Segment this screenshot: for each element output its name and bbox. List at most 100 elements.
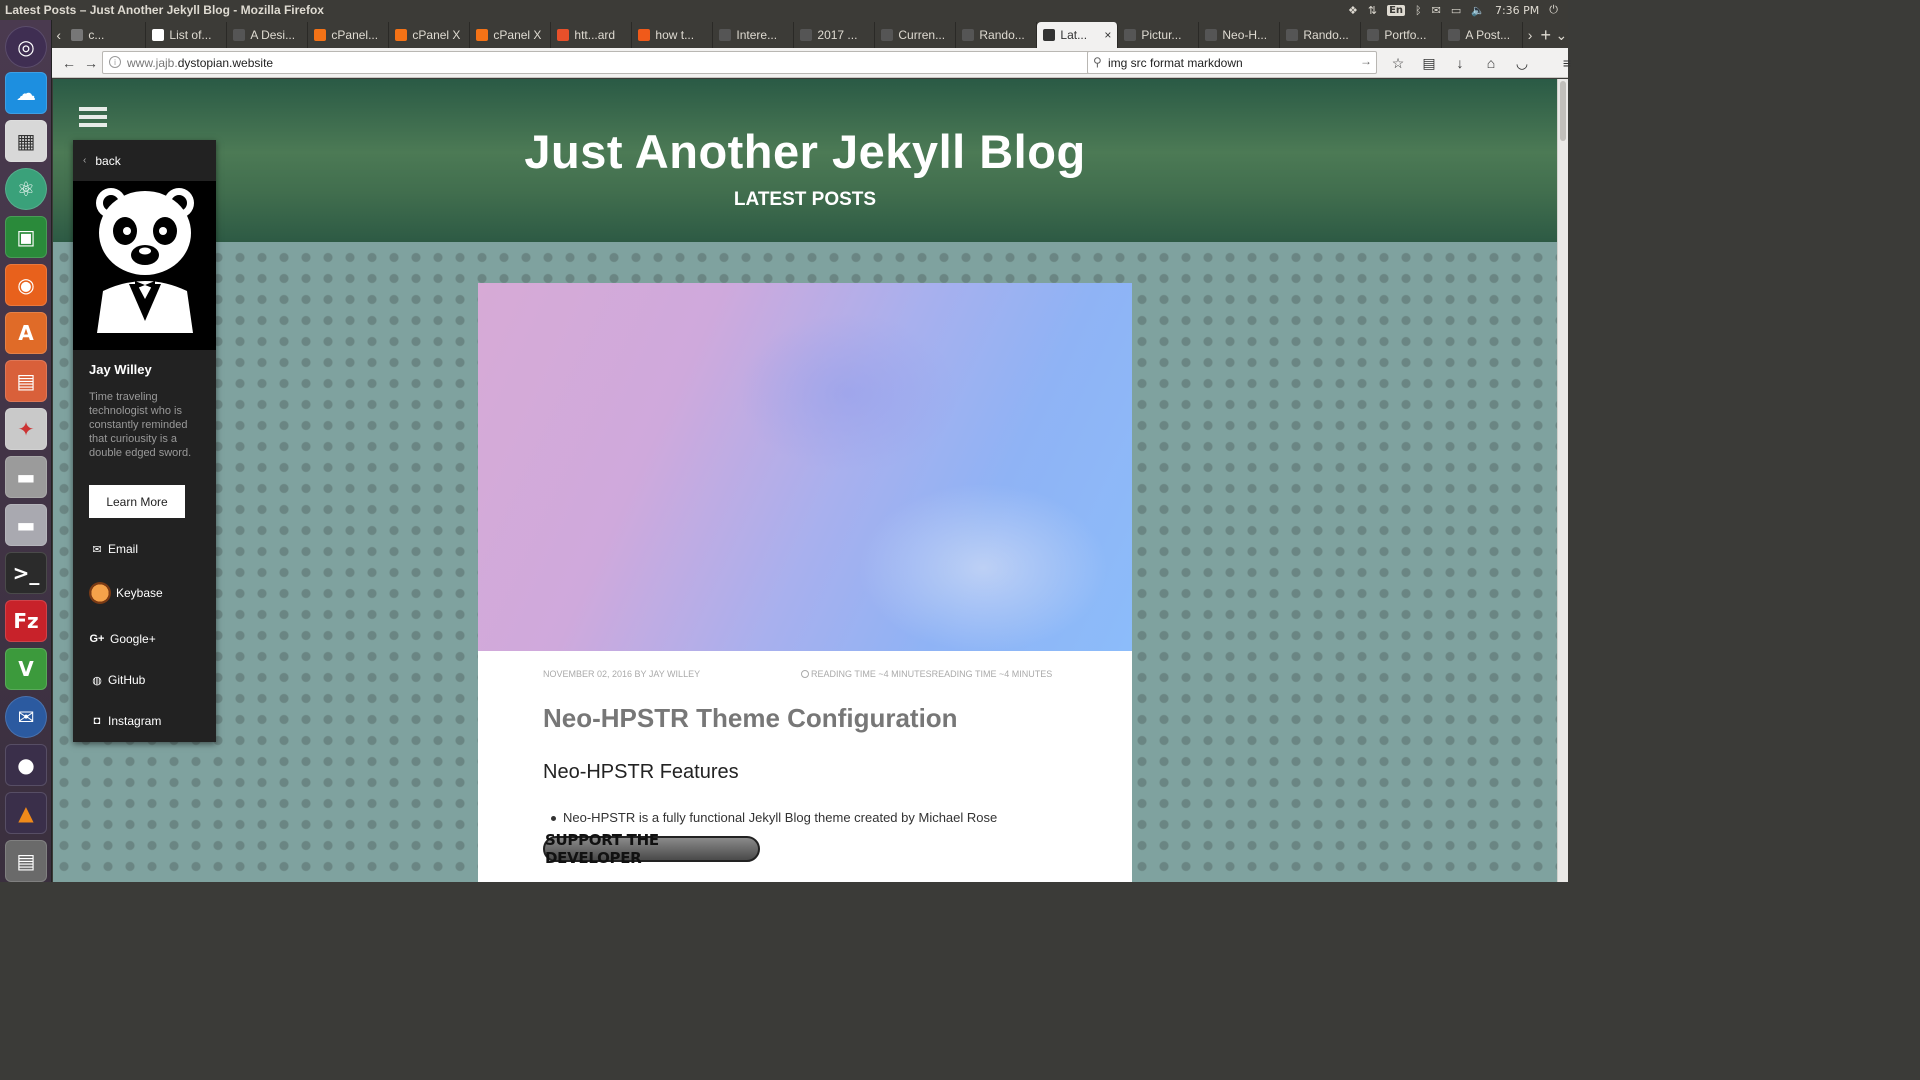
tab[interactable]: Portfo... (1361, 22, 1443, 48)
tab-label: Neo-H... (1222, 28, 1268, 42)
navigation-toolbar: ← → i www.jajb.dystopian.website ↻ ⚲ img… (52, 48, 1571, 78)
page-scrollbar[interactable] (1557, 79, 1568, 882)
close-tab-icon[interactable]: × (1104, 28, 1111, 42)
cpanel-icon (395, 29, 408, 41)
menu-toggle-icon[interactable] (79, 107, 107, 129)
post-title[interactable]: Neo-HPSTR Theme Configuration (543, 703, 958, 734)
page-icon (800, 29, 813, 41)
downloads-icon[interactable]: ↓ (1449, 52, 1471, 74)
reading-list-icon[interactable]: ▤ (1418, 52, 1440, 74)
scrollbar-thumb[interactable] (1560, 81, 1566, 141)
sidebar-link-google-plus[interactable]: G+ Google+ (89, 632, 156, 646)
toolbar-icons: ☆ ▤ ↓ ⌂ ◡ ≡ (1387, 52, 1578, 74)
tab[interactable]: List of... (146, 22, 228, 48)
tab-label: Lat... (1060, 28, 1088, 42)
tab-scroll-left-icon[interactable]: ‹ (52, 22, 65, 48)
network-icon[interactable]: ⇅ (1368, 4, 1377, 17)
tab[interactable]: A Desi... (227, 22, 309, 48)
new-tab-button[interactable]: + (1537, 22, 1555, 48)
gtk-app-icon[interactable]: ▣ (5, 216, 47, 258)
site-info-icon[interactable]: i (109, 56, 121, 68)
tab[interactable]: cPanel X (389, 22, 471, 48)
tab-label: Portfo... (1384, 28, 1427, 42)
system-tray: ❖ ⇅ En ᛒ ✉ ▭ 🔈 7:36 PM ⏻ (1348, 0, 1558, 20)
author-name: Jay Willey (89, 362, 152, 377)
tab[interactable]: c... (65, 22, 147, 48)
home-icon[interactable]: ⌂ (1480, 52, 1502, 74)
sidebar-link-keybase[interactable]: Keybase (89, 582, 163, 604)
learn-more-button[interactable]: Learn More (89, 485, 185, 518)
tab[interactable]: Rando... (1280, 22, 1362, 48)
system-top-bar: Latest Posts – Just Another Jekyll Blog … (0, 0, 1568, 20)
menu-icon[interactable]: ≡ (1556, 52, 1578, 74)
search-input[interactable]: img src format markdown (1108, 56, 1243, 70)
window-title: Latest Posts – Just Another Jekyll Blog … (5, 3, 324, 17)
bookmark-star-icon[interactable]: ☆ (1387, 52, 1409, 74)
mail-icon[interactable]: ✉ (1432, 4, 1441, 17)
page-icon (1367, 29, 1380, 41)
power-icon[interactable]: ⏻ (1549, 3, 1558, 17)
terminal-icon[interactable]: >_ (5, 552, 47, 594)
cpanel-icon (476, 29, 489, 41)
tab[interactable]: cPanel X (470, 22, 552, 48)
calculator-icon[interactable]: ▦ (5, 120, 47, 162)
balls-app-icon[interactable]: ● (5, 744, 47, 786)
sidebar-link-email[interactable]: ✉ Email (91, 542, 138, 556)
tab-label: htt...ard (574, 28, 616, 42)
tab[interactable]: Rando... (956, 22, 1038, 48)
software-center-icon[interactable]: A (5, 312, 47, 354)
clock[interactable]: 7:36 PM (1495, 4, 1539, 17)
tab[interactable]: htt...ard (551, 22, 633, 48)
sidebar-back-button[interactable]: ‹ back (73, 140, 216, 181)
sidebar-link-github[interactable]: ◍ GitHub (91, 673, 145, 687)
settings-tools-icon[interactable]: ✦ (5, 408, 47, 450)
tab[interactable]: Intere... (713, 22, 795, 48)
post-meta-date: NOVEMBER 02, 2016 BY JAY WILLEY (543, 669, 701, 679)
post-heading: Neo-HPSTR Features (543, 761, 739, 783)
tab-list-menu-icon[interactable]: ⌄ (1555, 22, 1568, 48)
filezilla-icon[interactable]: Fz (5, 600, 47, 642)
back-button[interactable]: ← (58, 52, 80, 74)
thunderbird-icon[interactable]: ✉ (5, 696, 47, 738)
drive-icon[interactable]: ▬ (5, 456, 47, 498)
tab[interactable]: Lat... × (1037, 22, 1119, 48)
tab-bar: ‹ c... List of... A Desi... cPanel... cPanel… (52, 20, 1568, 48)
post-feature-image[interactable] (478, 283, 1132, 651)
vim-icon[interactable]: V (5, 648, 47, 690)
pocket-icon[interactable]: ◡ (1511, 52, 1533, 74)
tab[interactable]: how t... (632, 22, 714, 48)
cloud-app-icon[interactable]: ☁ (5, 72, 47, 114)
trash-icon[interactable]: ▤ (5, 840, 47, 882)
url-bar[interactable]: i www.jajb.dystopian.website ↻ (102, 51, 1132, 74)
blank-icon (71, 29, 84, 41)
tab[interactable]: Pictur... (1118, 22, 1200, 48)
tab-scroll-right-icon[interactable]: › (1523, 22, 1536, 48)
tab-label: cPanel... (331, 28, 379, 42)
keyboard-language-indicator[interactable]: En (1387, 4, 1406, 16)
tab[interactable]: Neo-H... (1199, 22, 1281, 48)
tab-list: c... List of... A Desi... cPanel... cPanel X… (65, 22, 1524, 48)
tab[interactable]: Curren... (875, 22, 957, 48)
firefox-icon[interactable]: ◉ (5, 264, 47, 306)
instagram-icon: ◘ (93, 715, 101, 727)
ubuntu-dash-icon[interactable]: ◎ (5, 26, 47, 68)
blog-title[interactable]: Just Another Jekyll Blog (53, 124, 1557, 179)
sidebar-back-label: back (95, 153, 121, 168)
battery-icon[interactable]: ▭ (1451, 4, 1461, 17)
wave-icon (557, 29, 570, 41)
tab[interactable]: 2017 ... (794, 22, 876, 48)
forward-button[interactable]: → (80, 52, 102, 74)
bluetooth-icon[interactable]: ᛒ (1415, 4, 1422, 17)
support-developer-button[interactable]: SUPPORT THE DEVELOPER (543, 831, 760, 867)
search-go-icon[interactable]: → (1360, 54, 1372, 68)
sidebar-link-instagram[interactable]: ◘ Instagram (91, 714, 162, 728)
search-bar[interactable]: ⚲ img src format markdown → (1087, 51, 1377, 74)
drive-icon[interactable]: ▬ (5, 504, 47, 546)
tab[interactable]: A Post... (1442, 22, 1524, 48)
tab[interactable]: cPanel... (308, 22, 390, 48)
atom-editor-icon[interactable]: ⚛ (5, 168, 47, 210)
volume-icon[interactable]: 🔈 (1471, 4, 1485, 17)
vlc-icon[interactable]: ▲ (5, 792, 47, 834)
dropbox-icon[interactable]: ❖ (1348, 4, 1358, 17)
files-icon[interactable]: ▤ (5, 360, 47, 402)
